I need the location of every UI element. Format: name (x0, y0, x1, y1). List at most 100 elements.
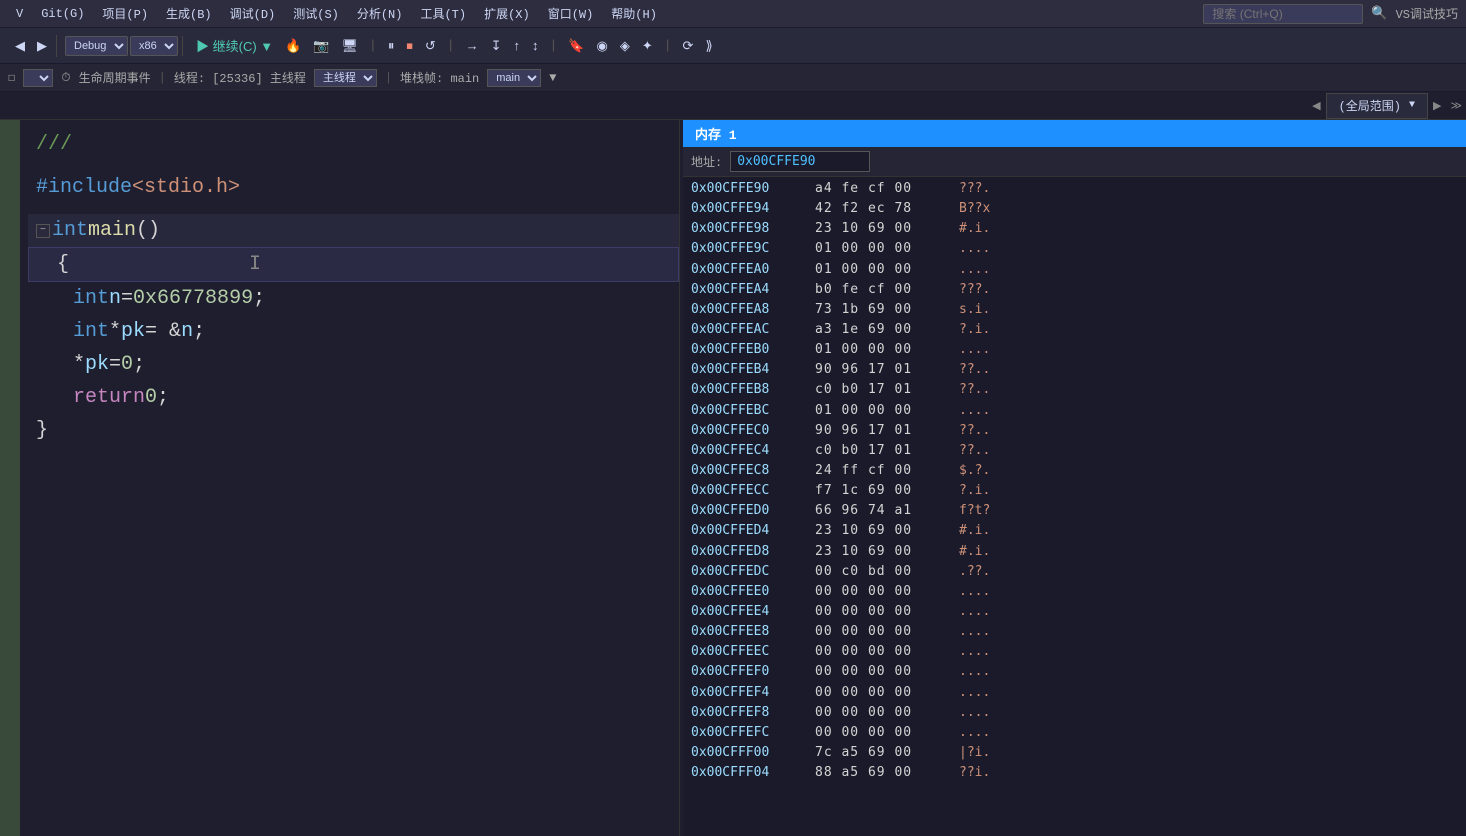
memory-row: 0x00CFFEACa3 1e 69 00?.i. (691, 320, 1458, 340)
memory-row: 0x00CFFEF400 00 00 00.... (691, 683, 1458, 703)
mem-chars-15: ?.i. (959, 481, 990, 501)
step-into-btn[interactable]: ↧ (486, 35, 507, 57)
step-over-btn[interactable]: → (461, 35, 484, 56)
memory-row: 0x00CFFEF000 00 00 00.... (691, 662, 1458, 682)
mem-chars-14: $.?. (959, 461, 990, 481)
mem-addr-9: 0x00CFFEB4 (691, 360, 811, 380)
menu-item-debug[interactable]: 调试(D) (222, 3, 284, 24)
code-line-n-decl: int n = 0x66778899 ; (28, 282, 679, 315)
mem-addr-19: 0x00CFFEDC (691, 562, 811, 582)
camera-btn[interactable]: 📷 (308, 35, 334, 57)
menu-item-git[interactable]: Git(G) (33, 5, 92, 23)
stop-btn[interactable]: ⏹ (401, 35, 418, 57)
stack-select[interactable]: main (487, 69, 541, 87)
debug-separator2: | (385, 71, 392, 85)
process-select[interactable] (23, 69, 53, 87)
mem-addr-23: 0x00CFFEEC (691, 642, 811, 662)
step-out-btn[interactable]: ↑ (508, 35, 525, 56)
mem-addr-8: 0x00CFFEB0 (691, 340, 811, 360)
mem-bytes-13: c0 b0 17 01 (815, 441, 955, 461)
config-select[interactable]: Debug (65, 36, 128, 56)
return-val: 0 (145, 381, 157, 414)
perf-btn[interactable]: ◈ (615, 35, 635, 57)
extra-btn1[interactable]: ⟳ (678, 35, 699, 57)
mem-chars-18: #.i. (959, 542, 990, 562)
more-btn[interactable]: ✦ (637, 35, 658, 57)
scope-label: (全局范围) (1339, 97, 1401, 114)
screen-btn[interactable]: 🖥 (337, 35, 364, 57)
bp-gutter (0, 120, 20, 836)
main-func-name: main (88, 214, 136, 247)
cursor-indicator: I (249, 248, 261, 281)
mem-addr-10: 0x00CFFEB8 (691, 380, 811, 400)
memory-row: 0x00CFFE9823 10 69 00#.i. (691, 219, 1458, 239)
run-cursor-btn[interactable]: ↕ (527, 35, 544, 56)
mem-bytes-27: 00 00 00 00 (815, 723, 955, 743)
menu-item-window[interactable]: 窗口(W) (540, 3, 602, 24)
memory-row: 0x00CFFEА001 00 00 00.... (691, 260, 1458, 280)
mem-bytes-17: 23 10 69 00 (815, 521, 955, 541)
code-editor[interactable]: /// #include <stdio.h> − int main () (0, 120, 680, 836)
include-path: <stdio.h> (132, 171, 240, 204)
menu-item-tools[interactable]: 工具(T) (412, 3, 474, 24)
mem-addr-7: 0x00CFFEAC (691, 320, 811, 340)
tab-scroll-left[interactable]: ◀ (1307, 96, 1325, 115)
toolbar-forward-btn[interactable]: ▶ (32, 35, 52, 57)
menu-item-extend[interactable]: 扩展(X) (476, 3, 538, 24)
mem-chars-20: .... (959, 582, 990, 602)
menu-item-project[interactable]: 项目(P) (94, 3, 156, 24)
memory-row: 0x00CFFEА873 1b 69 00s.i. (691, 300, 1458, 320)
continue-button[interactable]: ▶ 继续(C) ▼ (191, 33, 278, 58)
mem-chars-0: ???. (959, 179, 990, 199)
menu-item-v[interactable]: V (8, 5, 31, 23)
mem-bytes-20: 00 00 00 00 (815, 582, 955, 602)
mem-bytes-29: 88 a5 69 00 (815, 763, 955, 783)
mem-bytes-16: 66 96 74 a1 (815, 501, 955, 521)
search-input[interactable] (1203, 4, 1363, 24)
mem-chars-9: ??.. (959, 360, 990, 380)
mem-bytes-18: 23 10 69 00 (815, 542, 955, 562)
code-blank1 (28, 161, 679, 171)
mem-addr-29: 0x00CFFF04 (691, 763, 811, 783)
mem-addr-12: 0x00CFFEC0 (691, 421, 811, 441)
code-line-open-brace: { I (28, 247, 679, 282)
mem-chars-13: ??.. (959, 441, 990, 461)
breakpoint-btn[interactable]: 🔖 (563, 35, 589, 57)
mem-chars-26: .... (959, 703, 990, 723)
thread-select[interactable]: 主线程 (314, 69, 377, 87)
hot-reload-btn[interactable]: 🔥 (280, 35, 306, 57)
zero-val: 0 (121, 348, 133, 381)
debug-filter-icon: ▼ (549, 71, 556, 85)
menu-item-test[interactable]: 测试(S) (285, 3, 347, 24)
memory-row: 0x00CFFEBC01 00 00 00.... (691, 401, 1458, 421)
menu-item-analyze[interactable]: 分析(N) (349, 3, 411, 24)
extra-btn2[interactable]: ⟫ (700, 35, 717, 57)
mem-chars-22: .... (959, 622, 990, 642)
memory-title: 内存 1 (695, 124, 737, 143)
collapse-button[interactable]: − (36, 224, 50, 238)
code-line-pk-decl: int * pk = & n ; (28, 315, 679, 348)
memory-address-input[interactable] (730, 151, 870, 172)
menu-item-help[interactable]: 帮助(H) (603, 3, 665, 24)
platform-select[interactable]: x86 (130, 36, 178, 56)
menu-item-build[interactable]: 生成(B) (158, 3, 220, 24)
memory-content-area[interactable]: 0x00CFFE90a4 fe cf 00???.0x00CFFE9442 f2… (683, 177, 1466, 836)
debug-process-label: ◻ (8, 70, 15, 85)
mem-chars-5: ???. (959, 280, 990, 300)
mem-bytes-11: 01 00 00 00 (815, 401, 955, 421)
pause-btn[interactable]: ⏸ (383, 35, 400, 57)
diag-btn[interactable]: ◉ (591, 35, 612, 57)
mem-bytes-25: 00 00 00 00 (815, 683, 955, 703)
mem-addr-6: 0x00CFFEА8 (691, 300, 811, 320)
tab-scroll-right[interactable]: ▶ (1428, 96, 1446, 115)
mem-addr-28: 0x00CFFF00 (691, 743, 811, 763)
mem-bytes-6: 73 1b 69 00 (815, 300, 955, 320)
assign-n: = (121, 282, 133, 315)
mem-bytes-7: a3 1e 69 00 (815, 320, 955, 340)
scope-dropdown[interactable]: (全局范围) ▼ (1326, 93, 1428, 119)
restart-btn[interactable]: ↺ (420, 35, 441, 57)
mem-chars-25: .... (959, 683, 990, 703)
toolbar-back-btn[interactable]: ◀ (10, 35, 30, 57)
mem-addr-24: 0x00CFFEF0 (691, 662, 811, 682)
mem-bytes-23: 00 00 00 00 (815, 642, 955, 662)
